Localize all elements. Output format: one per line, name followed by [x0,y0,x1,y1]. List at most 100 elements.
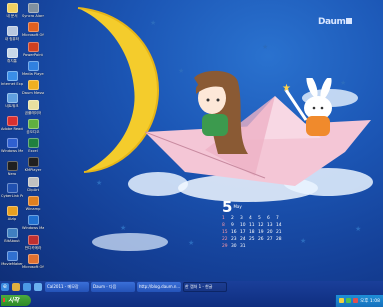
calendar-day: 22 [222,237,228,242]
shortcut-icon [27,176,39,187]
calendar-day: 4 [249,216,252,221]
taskbar-task-button[interactable]: 한 캡처 1 - 한글 [183,282,227,292]
taskbar-task-button[interactable]: Cal2011 - 메모장 [45,282,89,292]
star-decoration: ★ [300,237,307,245]
shortcut-icon [6,205,18,216]
shortcut-label: Media Player [22,71,44,76]
desktop-wallpaper: ★ ★ ★ ★ ★ ★ ★ ★ ★ ★ Daum 내 문서 내 컴퓨터 휴지통 … [0,0,383,281]
desktop-shortcut[interactable]: 반디카메라 [22,234,44,250]
shortcut-icon [27,3,39,13]
desktop-shortcut[interactable]: Excel [22,138,44,153]
desktop-shortcut[interactable]: Internet Explorer [1,70,23,86]
shortcut-icon [27,215,39,226]
shortcut-label: Alzip [7,216,17,221]
shortcut-label: Syncro Alarm [22,14,44,18]
shortcut-label: 반디카메라 [24,245,42,250]
desktop-shortcut[interactable]: Daum Messenger [22,80,44,95]
desktop-shortcut[interactable]: CyberLink PowerDVD [1,183,23,198]
desktop-shortcut[interactable]: Windows Mail [22,215,44,230]
shortcut-label: PowerPoint [23,52,43,57]
shortcut-label: Excel [28,149,38,154]
calendar-day: 20 [267,230,273,235]
calendar-day: 9 [231,223,234,228]
shortcut-icon [27,253,39,264]
start-button[interactable]: 시작 [1,295,31,306]
calendar-days-grid: 1 2 3 4 5 6 7 8 9 10 11 12 13 14 15 16 17 18 19 20 21 22 23 24 2… [222,216,288,250]
star-wand-decoration: ★ [282,83,291,94]
shortcut-label: BitAbout [4,239,20,243]
star-decoration: ★ [178,67,185,75]
shortcut-icon [6,183,18,193]
shortcut-icon [6,250,18,261]
desktop-shortcut[interactable]: MovieMaker [1,250,23,266]
calendar-day: 31 [240,244,246,249]
desktop-shortcut[interactable]: 네트워크 [1,93,23,108]
tray-app-icon[interactable] [339,298,345,303]
tray-network-icon[interactable] [346,298,352,303]
desktop-shortcut[interactable]: KMPlayer [22,157,44,172]
desktop-shortcut[interactable]: 휴지통 [1,48,23,63]
calendar-day: 11 [249,223,255,228]
calendar-day: 3 [240,216,243,221]
desktop-calendar: 5May 1 2 3 4 5 6 7 8 9 10 11 12 13 14 15 16 17 18 19 20 21 22… [222,200,288,250]
explorer-icon[interactable] [12,283,20,291]
desktop-shortcut[interactable]: Microsoft Office 2007 [22,253,44,269]
desktop-shortcut[interactable]: Alzip [1,205,23,221]
desktop-shortcut[interactable]: 곰오디오 [22,118,44,134]
shortcut-icon [6,25,18,36]
shortcut-icon [27,80,39,91]
tray-volume-icon[interactable] [353,298,359,303]
shortcut-icon [27,196,39,206]
shortcut-icon [27,157,39,168]
calendar-day: 13 [267,223,273,228]
calendar-day: 19 [258,230,264,235]
calendar-day: 23 [231,237,237,242]
desktop-shortcut[interactable]: 내 문서 [1,3,23,18]
shortcut-icon [6,138,18,148]
desktop-shortcut[interactable]: Windows Media [1,138,23,153]
desktop-shortcut[interactable]: ClipArt [22,176,44,192]
shortcut-label: ClipArt [26,187,40,192]
desktop-shortcut[interactable]: Adobe Reader 9 [1,115,23,131]
shortcut-label: 내 문서 [6,14,18,18]
taskbar-task-button[interactable]: http://blog.daum.n... [137,282,181,292]
calendar-day: 1 [222,216,225,221]
shortcut-label: Internet Explorer [1,81,23,86]
calendar-month: 5May [222,198,242,216]
desktop-shortcut[interactable]: Microsoft Office [22,22,44,37]
desktop-shortcut[interactable]: PowerPoint [22,41,44,57]
desktop-shortcut[interactable]: 곰플레이어 [22,99,44,115]
desktop-shortcut[interactable]: Nero [1,160,23,176]
calendar-day: 18 [249,230,255,235]
media-icon[interactable] [23,283,31,291]
desktop-icon[interactable] [34,283,42,291]
desktop-shortcut[interactable]: Syncro Alarm [22,3,44,18]
taskbar: e Cal2011 - 메모장 Daum - 다음 http://blog.daum… [0,281,383,307]
calendar-day: 15 [222,230,228,235]
desktop-shortcut[interactable]: Winamp [22,196,44,211]
calendar-day: 6 [267,216,270,221]
windows-flag-icon [3,298,7,302]
shortcut-label: 휴지통 [7,59,17,63]
calendar-day: 16 [231,230,237,235]
calendar-day: 8 [222,223,225,228]
shortcut-icon [6,160,18,171]
taskbar-task-button[interactable]: Daum - 다음 [91,282,135,292]
shortcut-label: 곰오디오 [26,129,40,134]
tray-clock[interactable]: 오후 1:08 [360,298,380,304]
star-decoration: ★ [188,239,195,247]
star-decoration: ★ [262,43,269,51]
shortcut-label: Microsoft Office [22,33,44,38]
calendar-day: 28 [276,237,282,242]
shortcut-label: CyberLink PowerDVD [1,194,23,198]
calendar-day: 26 [258,237,264,242]
shortcut-label: Adobe Reader 9 [1,126,23,131]
shortcut-icon [6,70,18,81]
star-decoration: ★ [96,179,103,187]
ie-icon[interactable]: e [1,283,9,291]
desktop-shortcut[interactable]: 내 컴퓨터 [1,25,23,41]
desktop-shortcut[interactable]: Media Player [22,60,44,76]
calendar-day: 25 [249,237,255,242]
calendar-day: 17 [240,230,246,235]
desktop-shortcut[interactable]: BitAbout [1,228,23,243]
